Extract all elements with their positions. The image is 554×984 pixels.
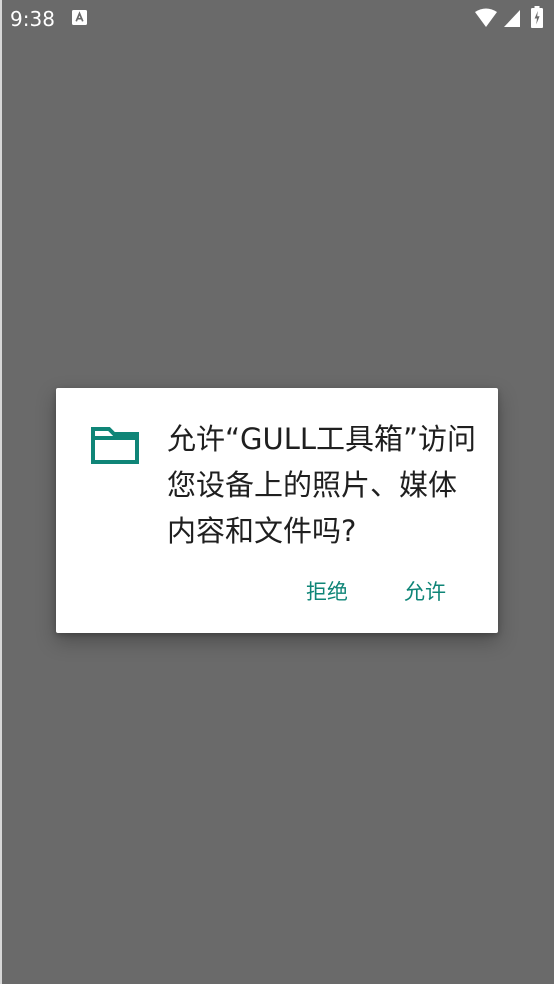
folder-icon — [91, 426, 139, 464]
allow-button[interactable]: 允许 — [394, 570, 456, 614]
status-bar: 9:38 — [0, 0, 554, 38]
battery-charging-icon — [531, 6, 543, 28]
deny-button[interactable]: 拒绝 — [296, 570, 358, 614]
permission-dialog: 允许“GULL工具箱”访问您设备上的照片、媒体内容和文件吗? 拒绝 允许 — [56, 388, 498, 633]
permission-message: 允许“GULL工具箱”访问您设备上的照片、媒体内容和文件吗? — [167, 422, 477, 548]
text-a-icon — [72, 10, 87, 25]
wifi-icon — [474, 8, 498, 28]
status-time: 9:38 — [10, 7, 55, 31]
background-edge — [0, 0, 2, 984]
dialog-actions: 拒绝 允许 — [56, 570, 498, 614]
cellular-signal-icon — [503, 8, 521, 28]
